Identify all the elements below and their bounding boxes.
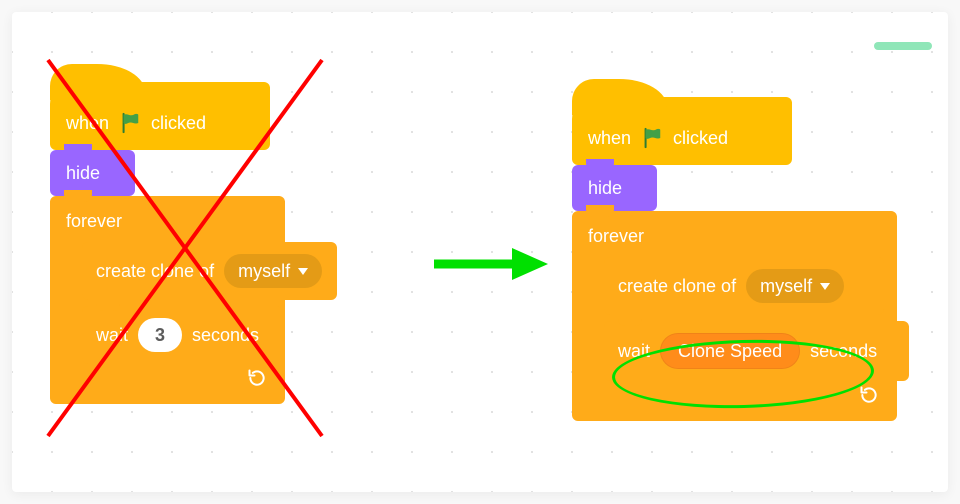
wait-block[interactable]: wait Clone Speed seconds (604, 321, 909, 381)
create-clone-label: create clone of (618, 277, 736, 295)
hide-label: hide (588, 178, 622, 198)
dropdown-caret-icon (298, 268, 308, 275)
hat-suffix: clicked (673, 129, 728, 147)
create-clone-block[interactable]: create clone of myself (82, 242, 337, 300)
accent-bar (874, 42, 932, 50)
create-clone-block[interactable]: create clone of myself (604, 257, 884, 315)
create-clone-label: create clone of (96, 262, 214, 280)
repeat-icon (247, 368, 267, 388)
transform-arrow-icon (430, 244, 550, 289)
wait-value-input[interactable]: 3 (138, 318, 182, 352)
hide-label: hide (66, 163, 100, 183)
wait-block[interactable]: wait 3 seconds (82, 306, 282, 364)
seconds-label: seconds (810, 342, 877, 360)
green-flag-icon (641, 127, 663, 149)
forever-block[interactable]: forever create clone of myself wait Clon… (572, 211, 897, 421)
wait-variable-reporter[interactable]: Clone Speed (660, 333, 800, 369)
wait-label: wait (618, 342, 650, 360)
script-stack-after: when clicked hide forever create clone o… (572, 97, 897, 421)
when-flag-clicked-block[interactable]: when clicked (50, 82, 270, 150)
hide-block[interactable]: hide (572, 165, 657, 211)
green-flag-icon (119, 112, 141, 134)
script-stack-before: when clicked hide forever create clone o… (50, 82, 285, 404)
hat-prefix: when (66, 114, 109, 132)
hat-suffix: clicked (151, 114, 206, 132)
clone-target-dropdown[interactable]: myself (224, 254, 322, 288)
wait-label: wait (96, 326, 128, 344)
forever-label: forever (64, 208, 271, 242)
seconds-label: seconds (192, 326, 259, 344)
hide-block[interactable]: hide (50, 150, 135, 196)
forever-label: forever (586, 223, 883, 257)
clone-target-value: myself (760, 277, 812, 295)
when-flag-clicked-block[interactable]: when clicked (572, 97, 792, 165)
repeat-icon (859, 385, 879, 405)
hat-prefix: when (588, 129, 631, 147)
dropdown-caret-icon (820, 283, 830, 290)
clone-target-value: myself (238, 262, 290, 280)
forever-block[interactable]: forever create clone of myself wait 3 se… (50, 196, 285, 404)
clone-target-dropdown[interactable]: myself (746, 269, 844, 303)
scratch-canvas: when clicked hide forever create clone o… (12, 12, 948, 492)
